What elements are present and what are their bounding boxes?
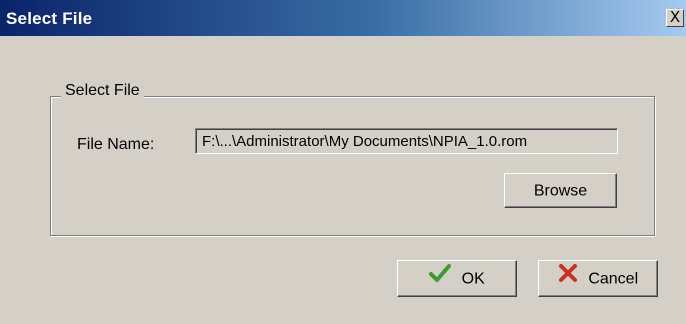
group-legend: Select File (61, 82, 144, 100)
checkmark-icon (429, 261, 452, 296)
close-icon: X (669, 8, 681, 26)
file-name-label: File Name: (77, 136, 155, 153)
close-button[interactable]: X (666, 9, 684, 27)
select-file-group (50, 96, 655, 236)
select-file-dialog: Select File X Select File File Name: F:\… (0, 0, 686, 324)
cancel-button[interactable]: Cancel (538, 260, 658, 297)
file-name-field[interactable]: F:\...\Administrator\My Documents\NPIA_1… (195, 128, 618, 154)
title-bar[interactable]: Select File X (0, 0, 686, 36)
ok-button-label: OK (461, 270, 485, 288)
cancel-button-label: Cancel (588, 270, 639, 288)
x-mark-icon (558, 261, 578, 296)
ok-button[interactable]: OK (397, 260, 517, 297)
browse-button-label: Browse (533, 182, 588, 200)
window-title: Select File (6, 9, 93, 28)
browse-button[interactable]: Browse (504, 173, 617, 208)
